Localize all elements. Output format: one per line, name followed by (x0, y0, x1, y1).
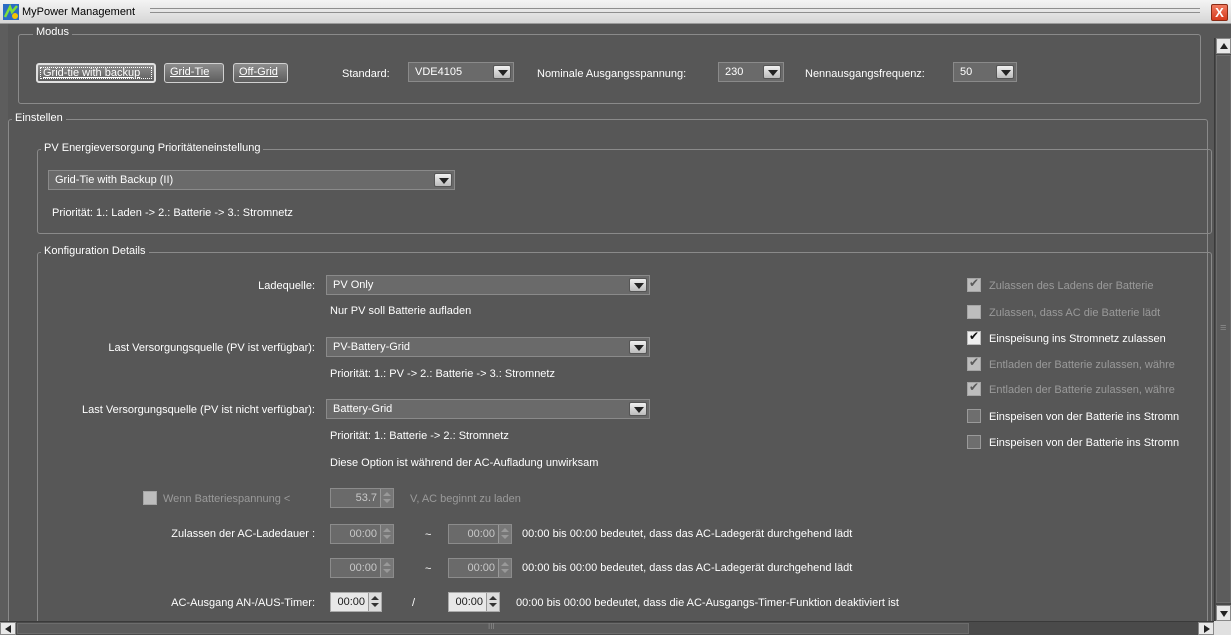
checkbox-label-allow-battery-charge: Zulassen des Ladens der Batterie (989, 280, 1154, 292)
last-nopv-note2: Diese Option ist während der AC-Aufladun… (330, 457, 599, 469)
vertical-scroll-thumb[interactable] (1216, 55, 1231, 603)
ladequelle-label: Ladequelle: (258, 280, 315, 292)
last-pv-note: Priorität: 1.: PV -> 2.: Batterie -> 3.:… (330, 368, 555, 380)
title-divider (150, 8, 1200, 13)
scroll-left-icon[interactable] (0, 622, 16, 635)
checkbox-battery-feed-1[interactable] (967, 409, 981, 423)
chevron-down-icon[interactable] (629, 278, 647, 292)
ac-charge-from-1[interactable]: 00:00 (330, 524, 394, 544)
last-nopv-label: Last Versorgungsquelle (PV ist nicht ver… (82, 404, 315, 416)
checkbox-battery-feed-2[interactable] (967, 435, 981, 449)
standard-label: Standard: (342, 68, 390, 80)
einstellen-legend: Einstellen (12, 112, 66, 124)
checkbox-label-battery-discharge-1: Entladen der Batterie zulassen, währe (989, 359, 1175, 371)
grid-tie-button[interactable]: Grid-Tie (164, 63, 224, 83)
ac-timer-sep: / (412, 597, 416, 609)
checkbox-battery-discharge-1[interactable] (967, 355, 981, 371)
checkbox-allow-battery-charge[interactable] (967, 276, 981, 292)
scroll-up-icon[interactable] (1216, 38, 1231, 54)
title-bar: MyPower Management X (0, 0, 1231, 24)
checkbox-label-battery-feed-2: Einspeisen von der Batterie ins Stromn (989, 437, 1180, 449)
horizontal-scrollbar[interactable] (0, 621, 1214, 635)
pv-priority-legend: PV Energieversorgung Prioritäteneinstell… (41, 142, 264, 154)
last-nopv-select[interactable]: Battery-Grid (326, 399, 650, 419)
horizontal-scroll-thumb[interactable] (17, 622, 969, 634)
chevron-down-icon[interactable] (629, 340, 647, 354)
last-nopv-value: Battery-Grid (333, 403, 393, 415)
chevron-down-icon[interactable] (629, 402, 647, 416)
battery-voltage-unit: V, AC beginnt zu laden (410, 493, 521, 505)
frequency-select[interactable]: 50 (953, 62, 1017, 82)
ac-charge-label: Zulassen der AC-Ladedauer : (171, 528, 315, 540)
window-title: MyPower Management (22, 6, 136, 18)
standard-value: VDE4105 (415, 66, 463, 78)
battery-voltage-value: 53.7 (355, 492, 377, 504)
vertical-scrollbar[interactable] (1214, 38, 1231, 621)
grid-tie-with-backup-button[interactable]: Grid-tie with backup (36, 63, 156, 83)
frequency-label: Nennausgangsfrequenz: (805, 68, 925, 80)
chevron-down-icon[interactable] (996, 65, 1014, 79)
app-icon (3, 4, 19, 20)
ac-charge-from-2[interactable]: 00:00 (330, 558, 394, 578)
battery-voltage-spinner[interactable]: 53.7 (330, 488, 394, 508)
ac-charge-note-2: 00:00 bis 00:00 bedeutet, dass das AC-La… (522, 562, 853, 574)
scrollbar-corner (1214, 621, 1231, 635)
checkbox-battery-discharge-2[interactable] (967, 380, 981, 396)
ac-timer-note: 00:00 bis 00:00 bedeutet, dass die AC-Au… (516, 597, 899, 609)
pv-priority-value: Grid-Tie with Backup (II) (55, 174, 174, 186)
voltage-value: 230 (725, 66, 744, 78)
scroll-right-icon[interactable] (1198, 622, 1214, 635)
ac-charge-note-1: 00:00 bis 00:00 bedeutet, dass das AC-La… (522, 528, 853, 540)
checkbox-label-battery-discharge-2: Entladen der Batterie zulassen, währe (989, 384, 1175, 396)
ladequelle-select[interactable]: PV Only (326, 275, 650, 295)
frequency-value: 50 (960, 66, 973, 78)
ac-timer-label: AC-Ausgang AN-/AUS-Timer: (171, 597, 315, 609)
last-pv-label: Last Versorgungsquelle (PV ist verfügbar… (108, 342, 315, 354)
chevron-down-icon[interactable] (434, 173, 452, 187)
last-nopv-note1: Priorität: 1.: Batterie -> 2.: Stromnetz (330, 430, 509, 442)
checkbox-label-battery-feed-1: Einspeisen von der Batterie ins Stromn (989, 411, 1180, 423)
standard-select[interactable]: VDE4105 (408, 62, 514, 82)
ac-charge-sep-2: ~ (425, 563, 432, 575)
last-pv-value: PV-Battery-Grid (333, 341, 411, 353)
chevron-down-icon[interactable] (763, 65, 781, 79)
battery-voltage-checkbox[interactable] (143, 491, 157, 505)
ac-charge-to-1[interactable]: 00:00 (448, 524, 512, 544)
close-button[interactable]: X (1211, 4, 1228, 21)
main-content: Modus Grid-tie with backup Grid-Tie Off-… (0, 24, 1231, 635)
ac-timer-to[interactable]: 00:00 (448, 592, 500, 612)
checkbox-label-allow-ac-charge: Zulassen, dass AC die Batterie lädt (989, 307, 1161, 319)
ac-charge-sep-1: ~ (425, 529, 432, 541)
chevron-down-icon[interactable] (493, 65, 511, 79)
checkbox-grid-feed[interactable] (967, 329, 981, 345)
ac-charge-to-2[interactable]: 00:00 (448, 558, 512, 578)
last-pv-select[interactable]: PV-Battery-Grid (326, 337, 650, 357)
modus-legend: Modus (33, 26, 73, 38)
scroll-down-icon[interactable] (1216, 605, 1231, 621)
pv-priority-group: PV Energieversorgung Prioritäteneinstell… (37, 142, 1212, 234)
battery-voltage-label: Wenn Batteriespannung < (163, 493, 291, 505)
ladequelle-note: Nur PV soll Batterie aufladen (330, 305, 472, 317)
config-legend: Konfiguration Details (41, 245, 149, 257)
ac-timer-from[interactable]: 00:00 (330, 592, 382, 612)
voltage-select[interactable]: 230 (718, 62, 784, 82)
off-grid-button[interactable]: Off-Grid (233, 63, 288, 83)
checkbox-allow-ac-charge[interactable] (967, 305, 981, 319)
checkbox-label-grid-feed: Einspeisung ins Stromnetz zulassen (989, 333, 1166, 345)
pv-priority-description: Priorität: 1.: Laden -> 2.: Batterie -> … (52, 207, 293, 219)
ladequelle-value: PV Only (333, 279, 374, 291)
voltage-label: Nominale Ausgangsspannung: (537, 68, 687, 80)
pv-priority-select[interactable]: Grid-Tie with Backup (II) (48, 170, 455, 190)
